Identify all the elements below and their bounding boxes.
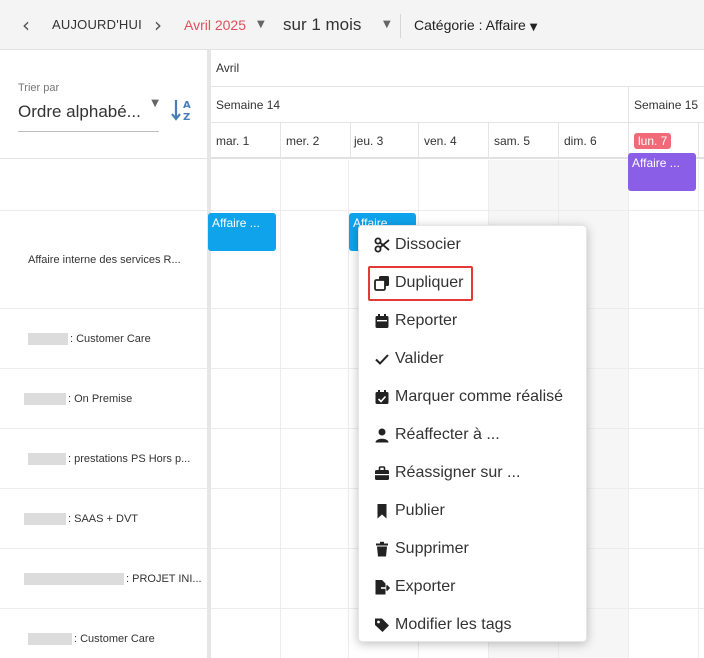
month-selector[interactable]: Avril 2025 bbox=[184, 0, 246, 50]
tag-icon bbox=[373, 616, 391, 634]
menu-item-dupliquer[interactable]: Dupliquer bbox=[359, 265, 588, 301]
scissors-icon bbox=[373, 236, 391, 254]
category-filter[interactable]: Catégorie : Affaire ▼ bbox=[414, 0, 537, 50]
row-label[interactable]: : prestations PS Hors p... bbox=[0, 429, 207, 489]
day-label-text: sam. 5 bbox=[494, 133, 531, 148]
row-label-text: : SAAS + DVT bbox=[68, 512, 138, 525]
redacted-text bbox=[28, 632, 72, 645]
week-header: Semaine 14 Semaine 15 bbox=[211, 87, 704, 123]
toolbar-divider bbox=[400, 14, 401, 38]
check-icon bbox=[373, 350, 391, 368]
briefcase-icon bbox=[373, 464, 391, 482]
row-label-text: : Customer Care bbox=[74, 632, 155, 645]
menu-item-marquer-realise[interactable]: Marquer comme réalisé bbox=[359, 379, 588, 415]
today-button[interactable]: AUJOURD'HUI bbox=[52, 0, 142, 50]
row-label-text: : On Premise bbox=[68, 392, 133, 405]
sort-select[interactable]: Ordre alphabé... ▼ bbox=[18, 98, 159, 132]
row-label[interactable]: Affaire interne des services R... bbox=[0, 211, 207, 309]
menu-item-dissocier[interactable]: Dissocier bbox=[359, 227, 588, 263]
day-label-text: dim. 6 bbox=[564, 133, 597, 148]
menu-item-label: Exporter bbox=[395, 578, 456, 595]
row-label-text: : Customer Care bbox=[70, 332, 151, 345]
row-label[interactable]: : SAAS + DVT bbox=[0, 489, 207, 549]
chevron-left-icon[interactable]: ‹ bbox=[22, 0, 30, 50]
menu-item-label: Réassigner sur ... bbox=[395, 464, 521, 481]
menu-item-label: Reporter bbox=[395, 312, 458, 329]
calendar-check-icon bbox=[373, 388, 391, 406]
row-label bbox=[0, 159, 207, 211]
redacted-text bbox=[24, 572, 124, 585]
category-filter-label: Catégorie : Affaire bbox=[414, 17, 526, 33]
chevron-down-icon[interactable]: ▼ bbox=[257, 0, 265, 50]
day-label-text: mer. 2 bbox=[286, 133, 320, 148]
calendar-icon bbox=[373, 312, 391, 330]
redacted-text bbox=[28, 452, 66, 465]
row-label[interactable]: : PROJET INI... bbox=[0, 549, 207, 609]
day-label[interactable]: mer. 2 bbox=[281, 123, 351, 158]
menu-item-supprimer[interactable]: Supprimer bbox=[359, 531, 588, 567]
caret-down-icon: ▼ bbox=[529, 22, 538, 33]
row-label[interactable]: : Customer Care bbox=[0, 609, 207, 658]
event-block[interactable]: Affaire ... bbox=[208, 213, 276, 251]
row-label-text: : PROJET INI... bbox=[126, 572, 202, 585]
row-label[interactable]: : On Premise bbox=[0, 369, 207, 429]
menu-item-label: Modifier les tags bbox=[395, 616, 512, 633]
redacted-text bbox=[28, 332, 68, 345]
day-label[interactable]: jeu. 3 bbox=[349, 123, 419, 158]
today-badge: lun. 7 bbox=[634, 132, 672, 149]
user-icon bbox=[373, 426, 391, 444]
menu-item-label: Réaffecter à ... bbox=[395, 426, 500, 443]
menu-item-label: Supprimer bbox=[395, 540, 469, 557]
sort-label: Trier par bbox=[18, 82, 60, 94]
menu-item-exporter[interactable]: Exporter bbox=[359, 569, 588, 605]
sort-value: Ordre alphabé... bbox=[18, 102, 141, 121]
chevron-down-icon[interactable]: ▼ bbox=[383, 0, 391, 50]
menu-item-label: Publier bbox=[395, 502, 445, 519]
trash-icon bbox=[373, 540, 391, 558]
menu-item-reaffecter[interactable]: Réaffecter à ... bbox=[359, 417, 588, 453]
day-label-text: ven. 4 bbox=[424, 133, 457, 148]
menu-item-modifier-tags[interactable]: Modifier les tags bbox=[359, 607, 588, 643]
sort-alpha-icon[interactable]: A Z bbox=[170, 96, 198, 124]
event-block[interactable]: Affaire ... bbox=[628, 153, 696, 191]
row-label[interactable]: : Customer Care bbox=[0, 309, 207, 369]
row-label-text: Affaire interne des services R... bbox=[28, 253, 181, 266]
bookmark-icon bbox=[373, 502, 391, 520]
menu-item-label: Valider bbox=[395, 350, 444, 367]
month-header: Avril bbox=[211, 50, 704, 87]
day-label-text: mar. 1 bbox=[216, 133, 250, 148]
menu-item-label: Dissocier bbox=[395, 236, 461, 253]
menu-item-publier[interactable]: Publier bbox=[359, 493, 588, 529]
file-export-icon bbox=[373, 578, 391, 596]
menu-item-valider[interactable]: Valider bbox=[359, 341, 588, 377]
chevron-right-icon[interactable]: › bbox=[154, 0, 162, 50]
week-label: Semaine 14 bbox=[211, 87, 629, 122]
day-label-text: jeu. 3 bbox=[354, 133, 384, 148]
month-label: Avril bbox=[216, 61, 240, 75]
menu-item-reporter[interactable]: Reporter bbox=[359, 303, 588, 339]
day-label[interactable]: dim. 6 bbox=[559, 123, 629, 158]
svg-text:A: A bbox=[183, 100, 191, 111]
period-selector[interactable]: sur 1 mois bbox=[283, 0, 361, 50]
day-label[interactable]: sam. 5 bbox=[489, 123, 559, 158]
menu-item-reassigner[interactable]: Réassigner sur ... bbox=[359, 455, 588, 491]
week-label: Semaine 15 bbox=[634, 97, 699, 112]
menu-item-label: Marquer comme réalisé bbox=[395, 388, 564, 405]
redacted-text bbox=[24, 392, 66, 405]
day-label[interactable]: ven. 4 bbox=[419, 123, 489, 158]
chevron-down-icon: ▼ bbox=[151, 98, 159, 109]
copy-icon bbox=[373, 274, 391, 292]
toolbar: ‹ AUJOURD'HUI › Avril 2025 ▼ sur 1 mois … bbox=[0, 0, 704, 50]
redacted-text bbox=[24, 512, 66, 525]
row-label-text: : prestations PS Hors p... bbox=[68, 452, 191, 465]
context-menu: Dissocier Dupliquer Reporter Valider Mar… bbox=[358, 225, 587, 642]
menu-item-label: Dupliquer bbox=[395, 274, 464, 291]
day-label[interactable]: mar. 1 bbox=[211, 123, 281, 158]
svg-text:Z: Z bbox=[183, 112, 190, 123]
